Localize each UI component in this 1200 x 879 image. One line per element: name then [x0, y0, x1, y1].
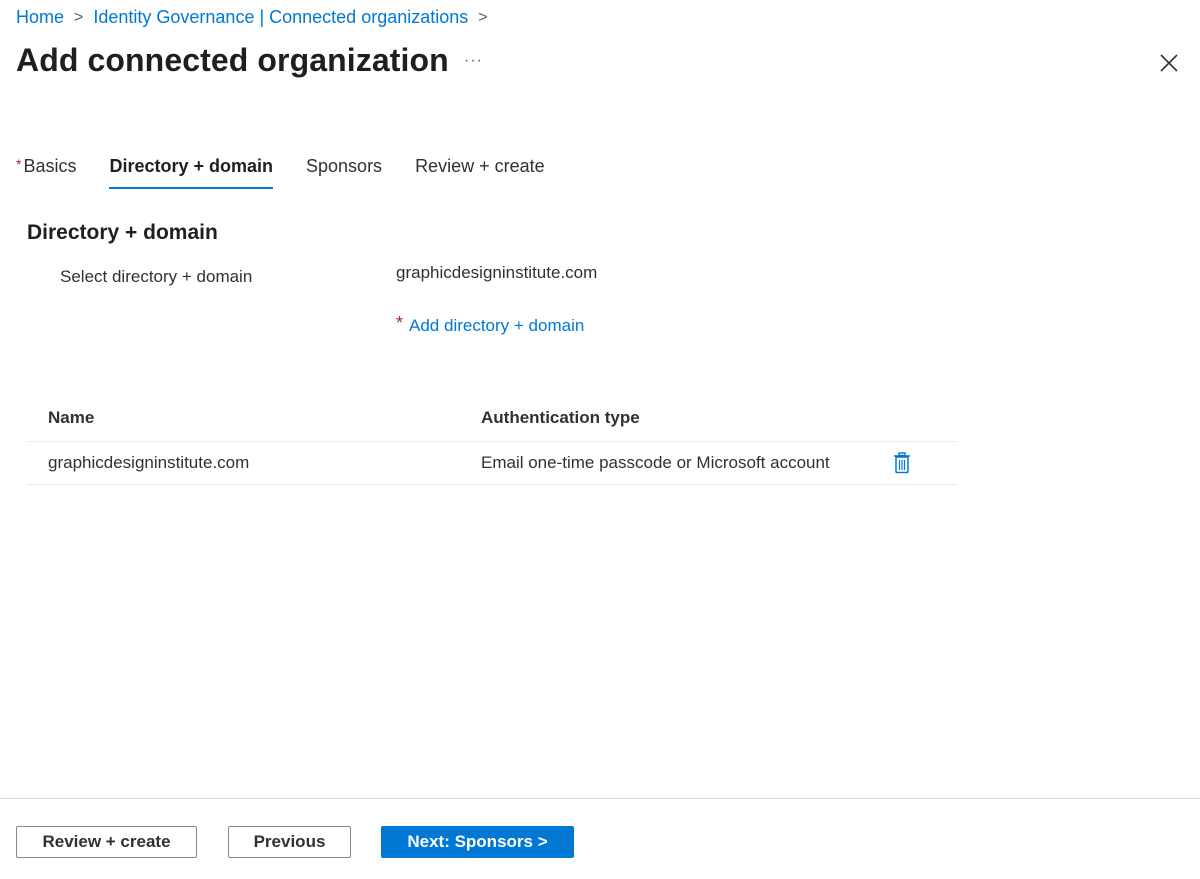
required-marker: *: [396, 313, 404, 333]
column-header-name: Name: [27, 397, 460, 442]
add-directory-domain-link[interactable]: Add directory + domain: [409, 316, 584, 336]
add-directory-row: * Add directory + domain: [396, 314, 584, 336]
cell-actions: [887, 441, 957, 485]
previous-button[interactable]: Previous: [228, 826, 351, 858]
selected-directory-value: graphicdesigninstitute.com: [396, 263, 598, 282]
more-options-button[interactable]: ···: [464, 52, 483, 70]
column-header-actions: [887, 397, 957, 442]
tab-sponsors[interactable]: Sponsors: [306, 156, 382, 189]
trash-icon: [894, 452, 910, 474]
tab-basics[interactable]: * Basics: [16, 156, 76, 189]
delete-button[interactable]: [893, 452, 911, 474]
section-title: Directory + domain: [27, 221, 218, 244]
page-title: Add connected organization: [16, 42, 449, 78]
breadcrumb-connected-organizations[interactable]: Identity Governance | Connected organiza…: [93, 7, 468, 28]
close-button[interactable]: [1158, 52, 1180, 74]
close-icon: [1160, 54, 1178, 72]
directory-table: Name Authentication type graphicdesignin…: [27, 397, 957, 485]
tab-label: Sponsors: [306, 156, 383, 176]
cell-auth-type: Email one-time passcode or Microsoft acc…: [460, 441, 887, 485]
next-sponsors-button[interactable]: Next: Sponsors >: [381, 826, 574, 858]
tab-label: Directory + domain: [109, 156, 274, 176]
cell-name: graphicdesigninstitute.com: [27, 441, 460, 485]
tab-label: Basics: [23, 156, 77, 176]
select-directory-label: Select directory + domain: [60, 267, 253, 286]
table-header-row: Name Authentication type: [27, 397, 957, 442]
tab-label: Review + create: [415, 156, 545, 176]
tab-review-create[interactable]: Review + create: [415, 156, 545, 189]
required-marker: *: [16, 156, 22, 172]
review-create-button[interactable]: Review + create: [16, 826, 197, 858]
column-header-auth-type: Authentication type: [460, 397, 887, 442]
breadcrumb-separator: >: [478, 8, 488, 26]
breadcrumb-separator: >: [74, 8, 84, 26]
breadcrumb: Home > Identity Governance | Connected o…: [16, 7, 498, 28]
tab-directory-domain[interactable]: Directory + domain: [109, 156, 273, 189]
breadcrumb-home[interactable]: Home: [16, 7, 64, 28]
table-row: graphicdesigninstitute.com Email one-tim…: [27, 441, 957, 485]
footer-divider: [0, 798, 1200, 799]
wizard-tabs: * Basics Directory + domain Sponsors Revi…: [16, 156, 578, 189]
